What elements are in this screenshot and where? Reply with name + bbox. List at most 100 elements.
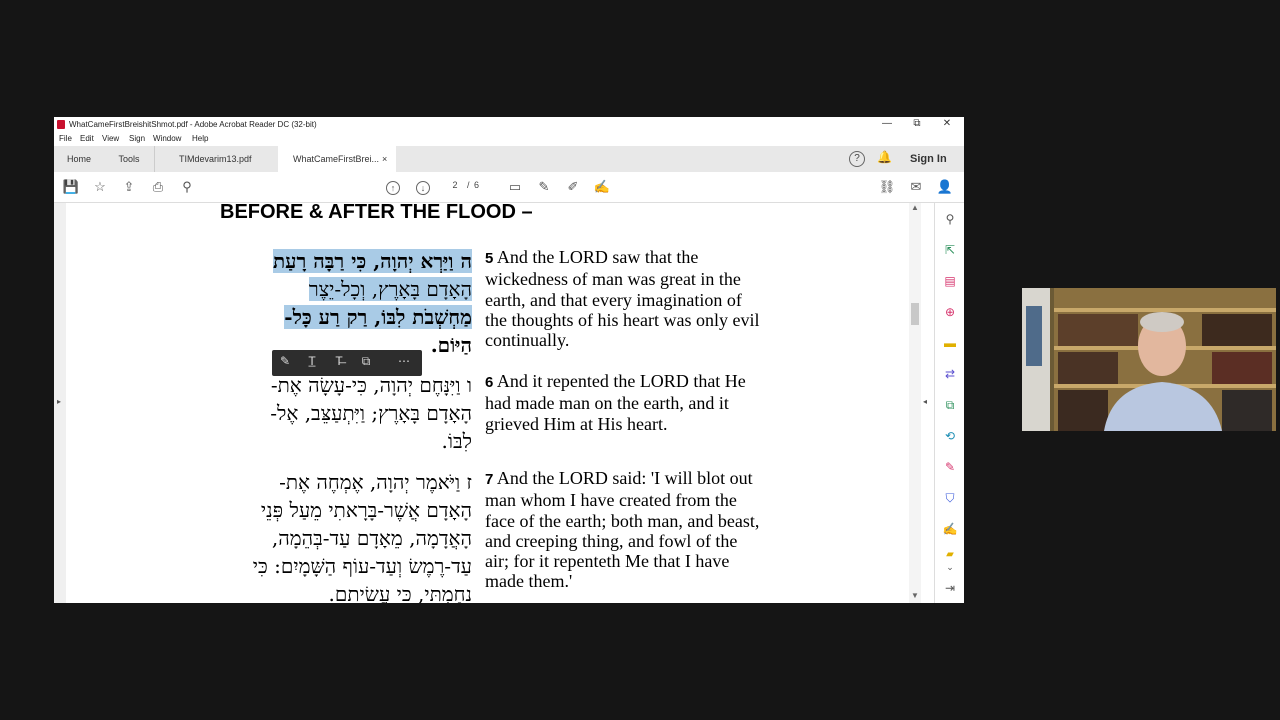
right-tools-panel: ⚲ ⇱ ▤ ⊕ ▬ ⇄ ⧉ ⟲ ✎ ⛉ ✍ ▰ ⌄ ⇥ [934,203,964,603]
hebrew-v7-line-4: עַד-רֶמֶשׂ וְעַד-עוֹף הַשָּׁמָיִם: כִּי [252,554,472,578]
hebrew-v5-line-4: הַיּוֹם. [430,333,472,357]
organize-pages-icon[interactable]: ⧉ [942,397,958,413]
combine-files-icon[interactable]: ⇄ [942,366,958,382]
tab-whatcamefirst-label: WhatCameFirstBrei... [293,154,380,164]
menu-help[interactable]: Help [192,134,208,143]
hebrew-v7-line-2: הָאָדָם אֲשֶׁר-בָּרָאתִי מֵעַל פְּנֵי [260,498,472,522]
hebrew-verse-5: ה וַיַּרְא יְהוָה, כִּי רַבָּה רָעַת הָא… [272,247,472,359]
previous-page-icon[interactable]: ↑ [386,181,400,195]
scroll-down-arrow-icon[interactable]: ▼ [911,591,919,600]
page-separator: / [467,180,470,190]
export-pdf-icon[interactable]: ⇱ [942,242,958,258]
panel-expand-chevron-icon[interactable]: ⌄ [942,559,958,575]
hebrew-v5-line-3: מַחְשְׁבֹת לִבּוֹ, רַק רַע כָּל- [284,305,472,329]
upload-icon[interactable]: ⇪ [120,178,138,196]
link-icon[interactable]: ⛓ [878,178,896,196]
zoom-search-icon[interactable]: ⚲ [942,211,958,227]
save-icon[interactable]: 💾 [62,178,80,196]
copy-text-icon[interactable]: ⧉ [357,354,375,369]
more-tools-icon[interactable]: ⋯ [395,354,413,368]
english-verse-7: 7 And the LORD said: 'I will blot out ma… [485,468,759,592]
sign-in-button[interactable]: Sign In [910,153,947,165]
title-bar: WhatCameFirstBreishitShmot.pdf - Adobe A… [54,117,964,132]
hebrew-v6-line-2: הָאָדָם בָּאָרֶץ; וַיִּתְעַצֵּב, אֶל- [270,401,472,425]
tab-bar: Home Tools TIMdevarim13.pdf WhatCameFirs… [54,146,964,173]
comment-icon[interactable]: ▭ [506,178,524,196]
draw-icon[interactable]: ✐ [564,178,582,196]
help-icon[interactable]: ? [849,151,865,167]
restore-button[interactable]: ⧉ [907,118,927,129]
page-total: 6 [474,180,480,190]
verse-number-6: 6 [485,374,494,391]
scan-ocr-icon[interactable]: ⟲ [942,428,958,444]
search-icon[interactable]: ⚲ [178,178,196,196]
hebrew-v5-line-2: הָאָדָם בָּאָרֶץ, וְכָל-יֵצֶר [308,277,472,301]
sign-icon[interactable]: ✍ [593,178,611,196]
page-heading: BEFORE & AFTER THE FLOOD – [220,203,533,223]
email-icon[interactable]: ✉ [907,178,925,196]
next-page-icon[interactable]: ↓ [416,181,430,195]
english-v5-line-2: wickedness of man was great in the [485,269,741,290]
english-v6-line-2: had made man on the earth, and it [485,393,729,414]
english-v5-line-5: continually. [485,330,570,351]
left-panel-toggle-icon[interactable]: ▸ [57,397,61,406]
hebrew-verse-6: ו וַיִּנָּחֶם יְהוָה, כִּי-עָשָׂה אֶת- ה… [270,371,472,455]
acrobat-window: WhatCameFirstBreishitShmot.pdf - Adobe A… [54,117,964,603]
english-verse-5: 5 And the LORD saw that the wickedness o… [485,247,759,350]
english-v5-line-1: And the LORD saw that the [496,247,699,267]
document-area: ▸ BEFORE & AFTER THE FLOOD – ה וַיַּרְא … [54,203,909,603]
menu-file[interactable]: File [59,134,72,143]
english-v7-line-3: face of the earth; both man, and beast, [485,510,760,531]
vertical-scrollbar[interactable]: ▲ ▼ [909,203,921,603]
english-v7-line-2: man whom I have created from the [485,490,737,511]
request-signature-icon[interactable]: ✍ [942,521,958,537]
english-verse-6: 6 And it repented the LORD that He had m… [485,371,746,434]
english-v7-line-4: and creeping thing, and fowl of the [485,530,738,551]
acrobat-app-icon [57,120,65,129]
tab-home[interactable]: Home [54,146,104,172]
highlight-pen-icon[interactable]: ✎ [535,178,553,196]
tab-timdevarim13[interactable]: TIMdevarim13.pdf [154,146,278,172]
hebrew-verse-7: ז וַיֹּאמֶר יְהוָה, אֶמְחֶה אֶת- הָאָדָם… [253,468,472,603]
hebrew-v5-line-1: ה וַיַּרְא יְהוָה, כִּי רַבָּה רָעַת [272,249,472,273]
bell-icon[interactable]: 🔔 [877,150,892,164]
minimize-button[interactable]: — [877,118,897,129]
share-user-icon[interactable]: 👤 [936,178,954,196]
hebrew-v6-line-1: ו וַיִּנָּחֶם יְהוָה, כִּי-עָשָׂה אֶת- [270,373,472,397]
verse-number-7: 7 [485,471,494,488]
menu-edit[interactable]: Edit [80,134,94,143]
hebrew-v6-line-3: לִבּוֹ. [441,429,472,453]
webcam-overlay [1022,288,1276,431]
pdf-page: BEFORE & AFTER THE FLOOD – ה וַיַּרְא יְ… [66,203,909,603]
print-icon[interactable]: ⎙ [149,178,167,196]
menu-window[interactable]: Window [153,134,181,143]
close-window-button[interactable]: ✕ [937,118,957,129]
underline-text-icon[interactable]: T̲ [303,354,321,368]
menu-view[interactable]: View [102,134,119,143]
toolbar: 💾 ☆ ⇪ ⎙ ⚲ ↑ ↓ 2 / 6 ▭ ✎ ✐ ✍ ⛓ ✉ 👤 [54,172,964,203]
right-panel-toggle-icon[interactable]: ◂ [923,397,927,406]
create-pdf-icon[interactable]: ▤ [942,273,958,289]
bookmark-star-icon[interactable]: ☆ [91,178,109,196]
hebrew-v7-line-3: הָאֲדָמָה, מֵאָדָם עַד-בְּהֵמָה, [271,526,472,550]
protect-icon[interactable]: ⛉ [942,490,958,506]
english-v7-line-5: air; for it repenteth Me that I have [485,551,730,572]
english-v5-line-3: earth, and that every imagination of [485,289,742,310]
fill-sign-icon[interactable]: ✎ [942,459,958,475]
scroll-up-arrow-icon[interactable]: ▲ [911,203,919,212]
menu-bar: File Edit View Sign Window Help [54,132,964,146]
hebrew-v7-line-1: ז וַיֹּאמֶר יְהוָה, אֶמְחֶה אֶת- [279,470,472,494]
scrollbar-thumb[interactable] [911,303,919,325]
collapse-panel-icon[interactable]: ⇥ [942,580,958,596]
page-number-input[interactable]: 2 [447,180,463,190]
strikethrough-text-icon[interactable]: T̶ [330,354,348,368]
hebrew-v7-line-5: נִחַמְתִּי, כִּי עֲשִׂיתִם. [328,582,473,603]
highlight-text-icon[interactable]: ✎ [276,354,294,368]
close-tab-icon[interactable]: × [382,146,387,172]
verse-number-5: 5 [485,250,494,267]
comment-tool-icon[interactable]: ▬ [942,335,958,351]
tab-whatcamefirst[interactable]: WhatCameFirstBrei... × [278,146,396,172]
tab-tools[interactable]: Tools [104,146,154,172]
menu-sign[interactable]: Sign [129,134,145,143]
edit-pdf-icon[interactable]: ⊕ [942,304,958,320]
